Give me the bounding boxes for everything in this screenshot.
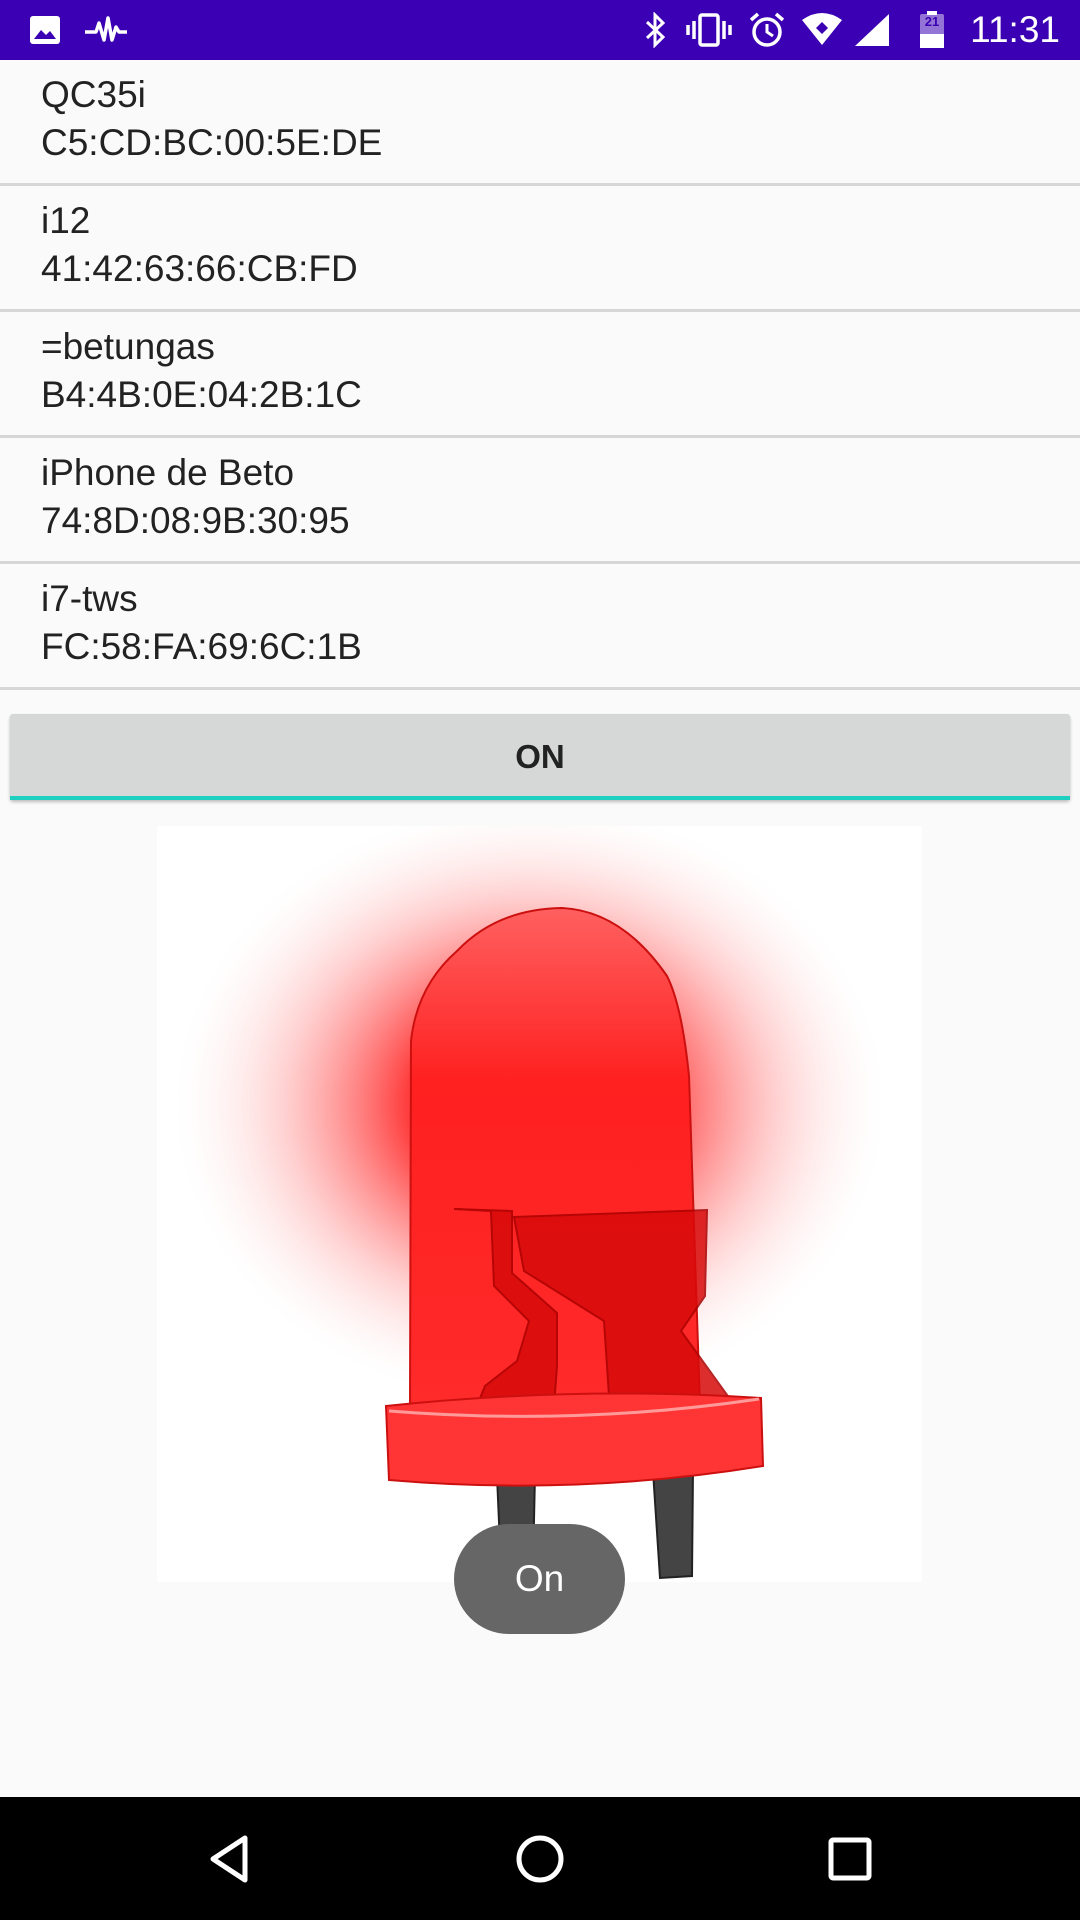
signal-icon [852,0,892,60]
back-icon [210,1835,248,1882]
device-mac-address: 41:42:63:66:CB:FD [41,248,358,289]
red-led-icon [175,826,885,1580]
device-name: i7-tws [41,578,138,619]
device-name: =betungas [41,326,215,367]
recents-button[interactable] [790,1797,910,1920]
device-mac-address: 74:8D:08:9B:30:95 [41,500,350,541]
device-list-item[interactable]: i7-tws FC:58:FA:69:6C:1B [0,564,1080,690]
navigation-bar [0,1797,1080,1920]
toast-message: On [454,1524,625,1634]
bluetooth-icon [642,0,670,60]
device-name: iPhone de Beto [41,452,295,493]
back-button[interactable] [170,1797,290,1920]
on-button-label: ON [515,738,565,775]
button-accent-underline [10,796,1070,800]
device-mac-address: B4:4B:0E:04:2B:1C [41,374,362,415]
battery-level: 21 [924,14,940,29]
alarm-icon [748,0,786,60]
device-list: QC35i C5:CD:BC:00:5E:DE i12 41:42:63:66:… [0,60,1080,690]
status-time: 11:31 [970,9,1060,50]
battery-icon [916,0,948,60]
device-list-item[interactable]: =betungas B4:4B:0E:04:2B:1C [0,312,1080,438]
device-mac-address: C5:CD:BC:00:5E:DE [41,122,383,163]
status-bar: 21 11:31 [0,0,1080,60]
device-list-item[interactable]: i12 41:42:63:66:CB:FD [0,186,1080,312]
device-name: i12 [41,200,91,241]
on-button[interactable]: ON [10,714,1070,800]
device-name: QC35i [41,74,146,115]
wifi-icon [800,0,844,60]
device-list-item[interactable]: QC35i C5:CD:BC:00:5E:DE [0,60,1080,186]
home-button[interactable] [480,1797,600,1920]
device-list-item[interactable]: iPhone de Beto 74:8D:08:9B:30:95 [0,438,1080,564]
device-mac-address: FC:58:FA:69:6C:1B [41,626,362,667]
image-icon [28,0,62,60]
home-icon [516,1835,564,1882]
recents-icon [828,1837,872,1880]
vibrate-icon [686,0,732,60]
activity-icon [84,0,128,60]
led-image [157,826,922,1582]
